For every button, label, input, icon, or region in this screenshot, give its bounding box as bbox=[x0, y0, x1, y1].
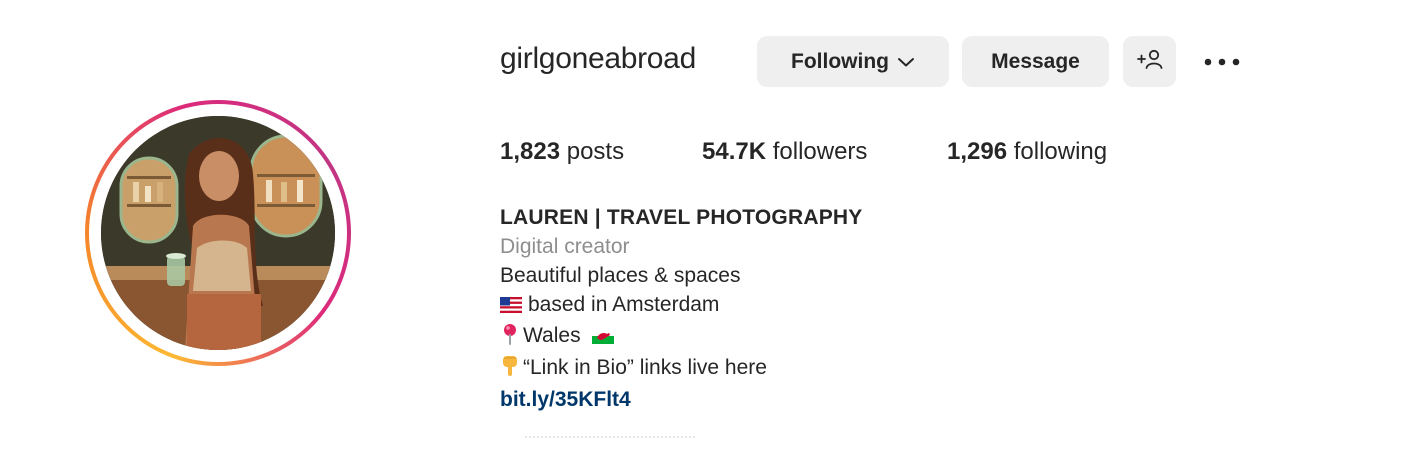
pointing-down-icon bbox=[500, 355, 520, 385]
posts-count: 1,823 bbox=[500, 138, 561, 165]
following-button-label: Following bbox=[791, 49, 889, 73]
following-count: 1,296 bbox=[947, 138, 1008, 165]
followers-label: followers bbox=[772, 138, 868, 165]
avatar[interactable] bbox=[101, 116, 335, 350]
profile-bio: LAUREN | TRAVEL PHOTOGRAPHY Digital crea… bbox=[500, 203, 862, 414]
posts-stat: 1,823 posts bbox=[500, 138, 624, 166]
pin-icon bbox=[500, 323, 520, 353]
add-user-icon bbox=[1136, 48, 1164, 76]
display-name: LAUREN | TRAVEL PHOTOGRAPHY bbox=[500, 206, 863, 229]
followers-count: 54.7K bbox=[702, 138, 767, 165]
bio-line-4: “Link in Bio” links live here bbox=[500, 353, 862, 385]
more-options-button[interactable] bbox=[1198, 46, 1246, 78]
bio-line-3: Wales bbox=[500, 321, 862, 353]
story-ring[interactable] bbox=[85, 100, 351, 366]
following-button[interactable]: Following bbox=[757, 36, 949, 87]
message-button[interactable]: Message bbox=[962, 36, 1109, 87]
message-button-label: Message bbox=[991, 49, 1080, 73]
category-label: Digital creator bbox=[500, 235, 630, 258]
username: girlgoneabroad bbox=[500, 42, 696, 75]
posts-label: posts bbox=[566, 138, 625, 165]
wales-flag-icon bbox=[592, 323, 615, 352]
chevron-down-icon bbox=[897, 56, 915, 68]
bio-line-1: Beautiful places & spaces bbox=[500, 264, 741, 287]
bio-line-2: based in Amsterdam bbox=[500, 290, 862, 321]
faded-divider bbox=[525, 436, 695, 442]
followers-stat[interactable]: 54.7K followers bbox=[702, 138, 867, 166]
bio-line-2-text: based in Amsterdam bbox=[528, 293, 720, 316]
bio-line-4-text: “Link in Bio” links live here bbox=[523, 356, 767, 379]
us-flag-icon bbox=[500, 292, 522, 321]
bio-line-3-text: Wales bbox=[523, 324, 581, 347]
bio-link[interactable]: bit.ly/35KFlt4 bbox=[500, 385, 862, 414]
following-label: following bbox=[1013, 138, 1108, 165]
more-options-icon bbox=[1204, 53, 1240, 71]
following-stat[interactable]: 1,296 following bbox=[947, 138, 1107, 166]
add-user-button[interactable] bbox=[1123, 36, 1176, 87]
